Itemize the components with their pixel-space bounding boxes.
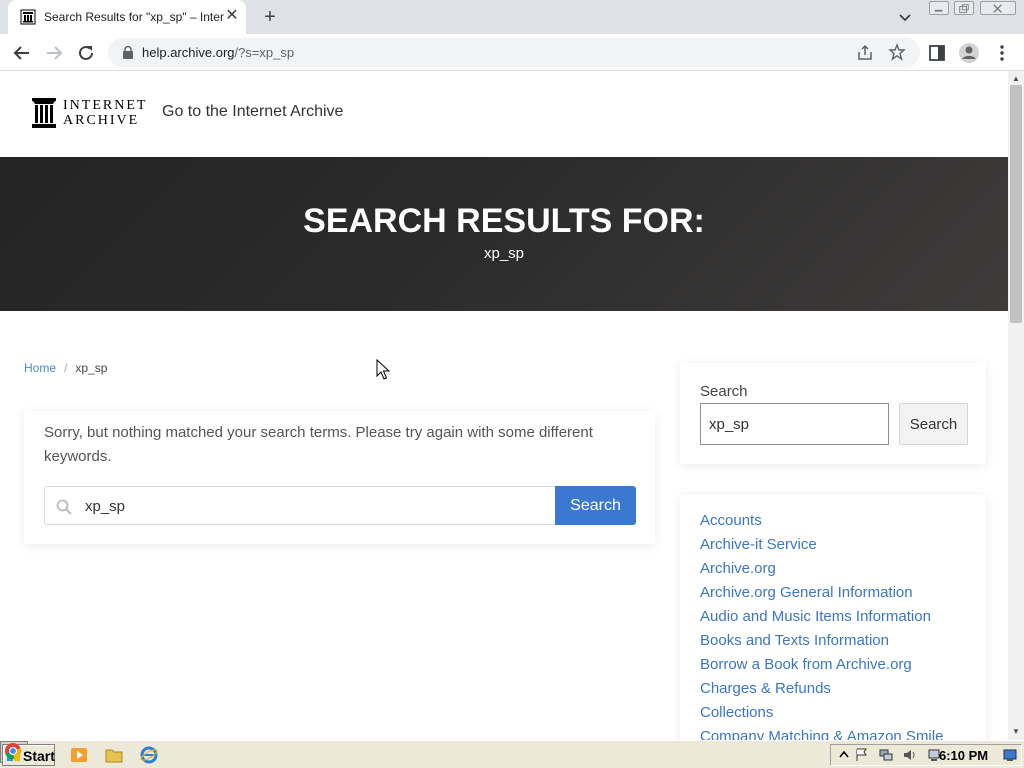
vertical-scrollbar[interactable]: ▲ ▼ [1008,71,1024,740]
action-center-flag-icon[interactable] [855,748,869,762]
main-search-form: Search [44,486,636,525]
scrollbar-thumb[interactable] [1010,85,1022,323]
url-path: /?s=xp_sp [234,45,295,60]
logo-wordmark: INTERNET ARCHIVE [63,98,147,128]
reload-icon[interactable] [75,42,97,64]
list-item: Audio and Music Items Information [700,605,943,629]
site-header: INTERNET ARCHIVE Go to the Internet Archi… [0,71,1008,157]
list-item: Archive.org General Information [700,581,943,605]
windows-taskbar: Start 6:10 PM [0,740,1024,768]
list-item: Borrow a Book from Archive.org [700,653,943,677]
forward-arrow-icon[interactable] [43,42,65,64]
logo-line-1: INTERNET [63,98,148,113]
list-item: Archive.org [700,557,943,581]
main-search-input[interactable] [85,496,545,516]
mouse-cursor-icon [376,359,390,380]
categories-widget: Accounts Archive-it Service Archive.org … [680,495,986,740]
main-search-box [44,486,556,525]
page-title: SEARCH RESULTS FOR: [303,202,705,240]
category-link[interactable]: Audio and Music Items Information [700,608,931,625]
lock-icon[interactable] [122,46,134,59]
new-tab-icon[interactable]: + [258,5,282,29]
list-item: Charges & Refunds [700,677,943,701]
start-label: Start [23,748,55,764]
category-link[interactable]: Archive.org [700,560,776,577]
minimize-icon [934,9,943,12]
share-icon[interactable] [856,44,874,62]
no-results-message: Sorry, but nothing matched your search t… [44,424,593,465]
show-desktop-icon[interactable] [1003,748,1017,762]
system-tray: 6:10 PM [830,744,1022,766]
side-panel-icon[interactable] [928,44,946,62]
scroll-down-arrow-icon[interactable]: ▼ [1008,724,1024,740]
sidebar-search-widget: Search Search [680,363,986,464]
list-item: Collections [700,701,943,725]
sidebar-search-label: Search [700,383,748,400]
no-results-card: Sorry, but nothing matched your search t… [24,411,655,544]
folder-icon[interactable] [105,746,123,764]
internet-archive-logo[interactable]: INTERNET ARCHIVE [31,98,145,130]
category-link[interactable]: Archive-it Service [700,536,817,553]
category-link[interactable]: Collections [700,704,773,721]
category-link[interactable]: Company Matching & Amazon Smile [700,728,943,740]
url-text[interactable]: help.archive.org/?s=xp_sp [142,45,294,60]
network-icon[interactable] [879,748,893,762]
search-term: xp_sp [483,245,525,262]
list-item: Archive-it Service [700,533,943,557]
breadcrumb: Home / xp_sp [24,361,107,375]
browser-window: Search Results for "xp_sp" – Inter ✕ + h… [0,0,1024,740]
chrome-icon [5,743,22,760]
breadcrumb-home-link[interactable]: Home [24,361,56,375]
tray-expand-icon[interactable] [837,748,851,762]
clock[interactable]: 6:10 PM [939,748,988,763]
goto-internet-archive-link[interactable]: Go to the Internet Archive [162,103,343,121]
url-host: help.archive.org [142,45,235,60]
list-item: Books and Texts Information [700,629,943,653]
category-link[interactable]: Charges & Refunds [700,680,831,697]
bookmark-star-icon[interactable] [888,43,906,61]
logo-line-2: ARCHIVE [63,113,140,128]
window-minimize-button[interactable] [929,1,949,15]
window-close-button[interactable] [980,1,1016,15]
browser-tab[interactable]: Search Results for "xp_sp" – Inter ✕ [8,0,246,34]
internet-archive-favicon-icon [20,9,36,25]
more-menu-icon[interactable] [994,42,1010,64]
archive-building-icon [32,98,56,128]
category-list: Accounts Archive-it Service Archive.org … [700,509,943,740]
list-item: Company Matching & Amazon Smile [700,725,943,740]
list-item: Accounts [700,509,943,533]
breadcrumb-separator: / [64,361,68,375]
chevron-down-icon[interactable] [896,8,914,26]
address-bar[interactable]: help.archive.org/?s=xp_sp [108,38,920,67]
category-link[interactable]: Accounts [700,512,762,529]
sidebar-search-button[interactable]: Search [899,403,968,445]
profile-avatar-icon[interactable] [958,42,980,64]
volume-icon[interactable] [903,748,917,762]
restore-icon [959,4,969,13]
sidebar-search-input[interactable] [700,403,889,445]
category-link[interactable]: Archive.org General Information [700,584,913,601]
tab-title: Search Results for "xp_sp" – Inter [44,10,224,24]
search-results-hero: SEARCH RESULTS FOR: xp_sp [0,157,1008,311]
browser-toolbar: help.archive.org/?s=xp_sp [0,34,1024,71]
window-restore-button[interactable] [954,1,974,15]
category-link[interactable]: Borrow a Book from Archive.org [700,656,912,673]
page-viewport: INTERNET ARCHIVE Go to the Internet Archi… [0,71,1024,740]
breadcrumb-current: xp_sp [75,361,108,375]
back-arrow-icon[interactable] [11,42,33,64]
close-tab-icon[interactable]: ✕ [224,7,240,25]
category-link[interactable]: Books and Texts Information [700,632,889,649]
main-search-button[interactable]: Search [555,486,636,525]
search-icon [56,499,72,515]
close-icon [993,4,1002,13]
internet-explorer-icon[interactable] [140,746,158,764]
tab-strip: Search Results for "xp_sp" – Inter ✕ + [0,0,1024,34]
media-player-icon[interactable] [70,746,88,764]
